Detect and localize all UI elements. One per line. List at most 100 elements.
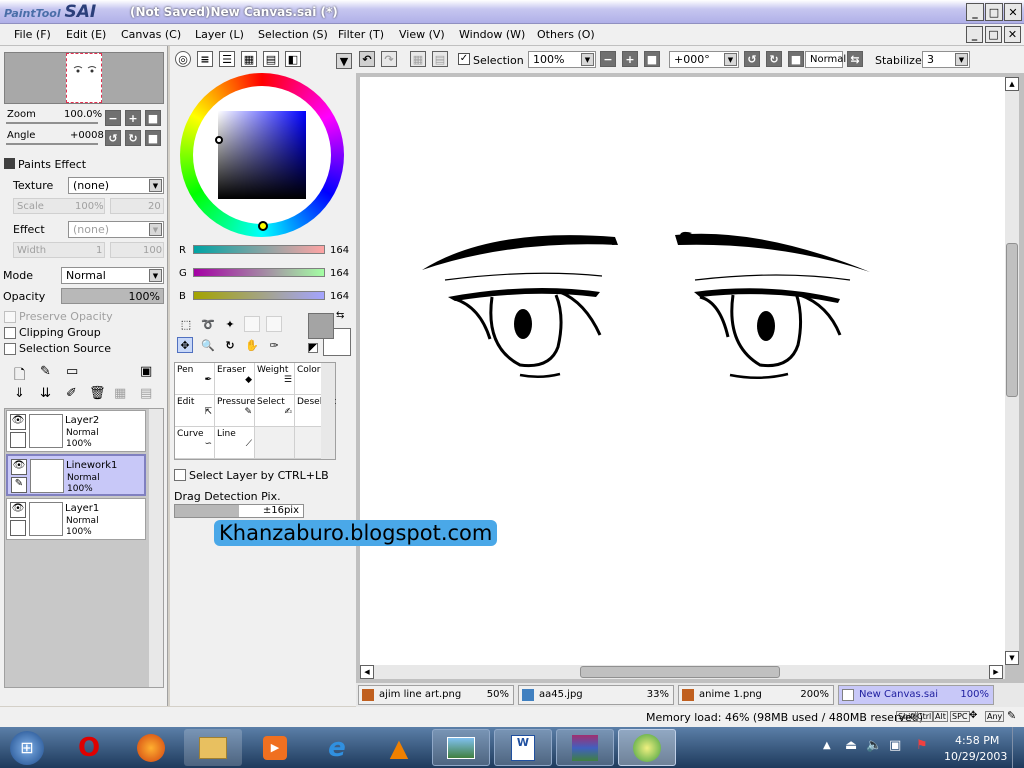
collapse-icon[interactable] <box>4 158 15 169</box>
select-layer-checkbox[interactable] <box>174 469 186 481</box>
toolbar-rotate-right-button[interactable]: ↻ <box>766 51 782 67</box>
network-icon[interactable]: ▣ <box>889 738 901 753</box>
angle-slider[interactable] <box>6 143 98 145</box>
opacity-slider[interactable]: 100% <box>61 288 164 304</box>
doc-tab[interactable]: anime 1.png 200% <box>678 685 834 705</box>
navigator-viewport[interactable] <box>66 53 102 103</box>
clipping-group-checkbox[interactable] <box>4 327 16 339</box>
eyedropper-icon[interactable]: ✑ <box>266 337 282 353</box>
tool-weight[interactable]: Weight ☰ <box>255 363 295 395</box>
selection-checkbox[interactable]: ✓ <box>458 53 470 65</box>
menu-canvas[interactable]: Canvas (C) <box>121 28 181 41</box>
tool-grid-scrollbar[interactable] <box>321 363 335 459</box>
horizontal-scroll-thumb[interactable] <box>580 666 780 678</box>
green-slider[interactable] <box>193 268 325 277</box>
scroll-right-button[interactable]: ▶ <box>989 665 1003 679</box>
saturation-value-square[interactable] <box>218 111 306 199</box>
preserve-opacity-checkbox[interactable] <box>4 311 16 323</box>
action-center-icon[interactable]: ⚑ <box>916 738 928 753</box>
foreground-color-swatch[interactable] <box>308 313 334 339</box>
trash-icon[interactable]: 🗑 <box>89 386 106 401</box>
pen-icon[interactable]: ✎ <box>11 477 27 493</box>
close-button[interactable]: ✕ <box>1004 3 1022 21</box>
tool-edit[interactable]: Edit ⇱ <box>175 395 215 427</box>
scratchpad-tab-icon[interactable]: ▤ <box>263 51 279 67</box>
folder-icon[interactable]: ▭ <box>66 364 78 379</box>
selection-source-checkbox[interactable] <box>4 343 16 355</box>
tool-pressure[interactable]: Pressure ✎ <box>215 395 255 427</box>
doc-minimize-button[interactable]: _ <box>966 26 983 43</box>
layer-lock-toggle[interactable] <box>10 432 26 448</box>
redo-icon[interactable]: ↷ <box>381 51 397 67</box>
eye-icon[interactable]: 👁 <box>11 459 27 475</box>
layer-row[interactable]: 👁 Layer1 Normal 100% <box>6 498 146 540</box>
usb-icon[interactable]: ⏏ <box>845 738 857 753</box>
menu-window[interactable]: Window (W) <box>459 28 525 41</box>
vertical-scroll-thumb[interactable] <box>1006 243 1018 397</box>
hand-icon[interactable]: ✋ <box>244 337 260 353</box>
drag-detection-slider[interactable]: ±16pix <box>174 504 304 518</box>
angle-select[interactable]: +000° ▼ <box>669 51 739 68</box>
transfer-down-icon[interactable]: ⇓ <box>14 386 25 401</box>
menu-edit[interactable]: Edit (E) <box>66 28 106 41</box>
clock-date[interactable]: 10/29/2003 <box>944 750 1007 763</box>
doc-tab-active[interactable]: New Canvas.sai 100% <box>838 685 994 705</box>
drawing-canvas[interactable] <box>360 77 1005 665</box>
menu-others[interactable]: Others (O) <box>537 28 595 41</box>
swatch-tab-icon[interactable]: ▦ <box>241 51 257 67</box>
firefox-icon[interactable] <box>122 729 180 766</box>
zoom-in-button[interactable]: + <box>125 110 141 126</box>
rgb-slider-tab-icon[interactable]: ≡ <box>197 51 213 67</box>
doc-tab[interactable]: ajim line art.png 50% <box>358 685 514 705</box>
menu-file[interactable]: File (F) <box>14 28 51 41</box>
swap-colors-icon[interactable]: ⇆ <box>336 310 344 321</box>
lasso-icon[interactable]: ➰ <box>200 316 216 332</box>
painttool-sai-icon[interactable] <box>618 729 676 766</box>
undo-icon[interactable]: ↶ <box>359 51 375 67</box>
volume-icon[interactable]: 🔈 <box>866 738 882 753</box>
internet-explorer-icon[interactable]: e <box>308 729 366 766</box>
sv-picker-handle[interactable] <box>215 136 223 144</box>
scroll-left-button[interactable]: ◀ <box>360 665 374 679</box>
toolbar-zoom-reset-button[interactable]: ■ <box>644 51 660 67</box>
toolbar-rotate-reset-button[interactable]: ■ <box>788 51 804 67</box>
tool-curve[interactable]: Curve ∽ <box>175 427 215 459</box>
horizontal-scrollbar[interactable]: ◀ ▶ <box>360 665 1005 679</box>
toolbar-zoom-in-button[interactable]: + <box>622 51 638 67</box>
menu-layer[interactable]: Layer (L) <box>195 28 244 41</box>
merge-down-icon[interactable]: ⇊ <box>40 386 51 401</box>
doc-tab[interactable]: aa45.jpg 33% <box>518 685 674 705</box>
rotate-reset-button[interactable]: ■ <box>145 130 161 146</box>
palette-tab-icon[interactable]: ◧ <box>285 51 301 67</box>
color-wheel-tab-icon[interactable]: ◎ <box>175 51 191 67</box>
hue-picker-handle[interactable] <box>258 221 268 231</box>
rotate-left-button[interactable]: ↺ <box>105 130 121 146</box>
scroll-up-button[interactable]: ▲ <box>1005 77 1019 91</box>
magic-wand-icon[interactable]: ✦ <box>222 316 238 332</box>
rotate-right-button[interactable]: ↻ <box>125 130 141 146</box>
doc-close-button[interactable]: ✕ <box>1004 26 1021 43</box>
zoom-slider[interactable] <box>6 122 98 124</box>
vertical-scrollbar[interactable]: ▲ ▼ <box>1005 77 1019 665</box>
clock-time[interactable]: 4:58 PM <box>955 734 999 747</box>
menu-selection[interactable]: Selection (S) <box>258 28 328 41</box>
menu-view[interactable]: View (V) <box>399 28 445 41</box>
stabilizer-select[interactable]: 3 ▼ <box>922 51 970 68</box>
rect-select-icon[interactable]: ⬚ <box>178 316 194 332</box>
layer-list-scrollbar[interactable] <box>149 409 163 687</box>
flip-horizontal-icon[interactable]: ⇆ <box>847 51 863 67</box>
explorer-icon[interactable] <box>184 729 242 766</box>
toolbar-zoom-out-button[interactable]: − <box>600 51 616 67</box>
deselect-icon[interactable]: ▦ <box>410 51 426 67</box>
winrar-icon[interactable] <box>556 729 614 766</box>
eye-icon[interactable]: 👁 <box>10 502 26 518</box>
effect-select[interactable]: (none) ▼ <box>68 221 164 238</box>
maximize-button[interactable]: □ <box>985 3 1003 21</box>
zoom-select[interactable]: 100% ▼ <box>528 51 596 68</box>
texture-select[interactable]: (none) ▼ <box>68 177 164 194</box>
doc-restore-button[interactable]: □ <box>985 26 1002 43</box>
zoom-tool-icon[interactable]: 🔍 <box>200 337 216 353</box>
photo-viewer-icon[interactable] <box>432 729 490 766</box>
layer-row[interactable]: 👁 Layer2 Normal 100% <box>6 410 146 452</box>
tool-line[interactable]: Line ⟋ <box>215 427 255 459</box>
